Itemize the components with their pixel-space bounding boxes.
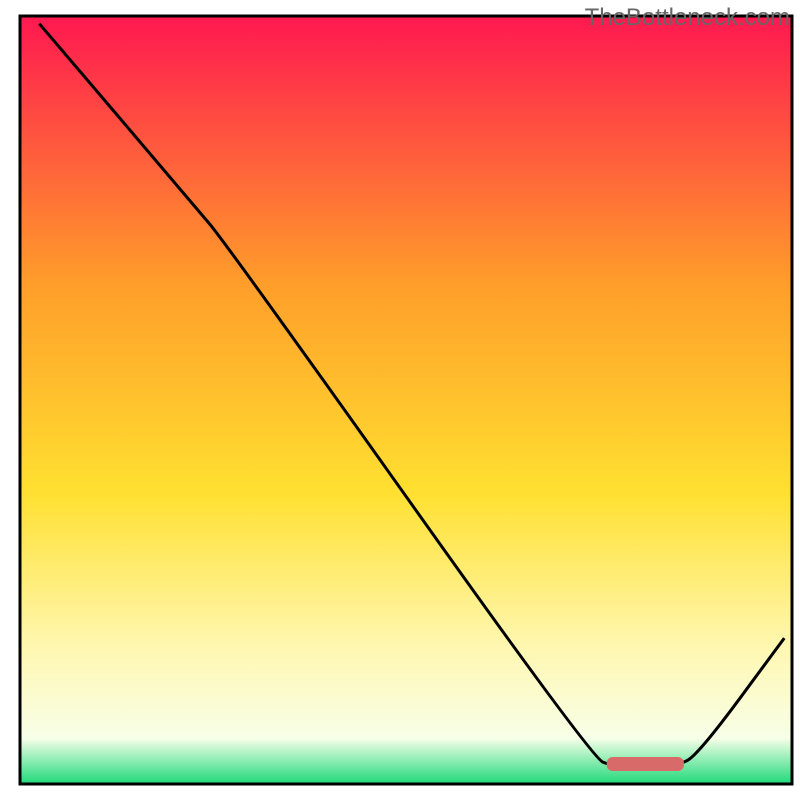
bottleneck-chart: TheBottleneck.com [0,0,800,800]
optimal-marker [607,757,684,771]
chart-svg [0,0,800,800]
watermark-text: TheBottleneck.com [585,4,790,32]
gradient-background [20,16,792,784]
